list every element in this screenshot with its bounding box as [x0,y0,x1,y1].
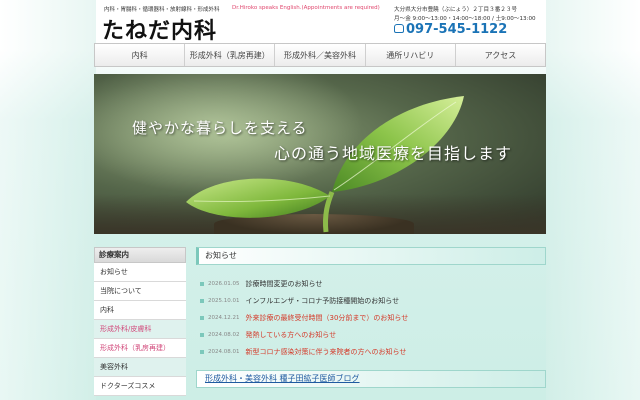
clinic-logo[interactable]: たねだ内科 [102,13,217,45]
news-title-link[interactable]: 外来診療の最終受付時間（30分前まで）のお知らせ [246,313,409,323]
square-bullet-icon [200,332,204,337]
news-item: 2024.12.21 外来診療の最終受付時間（30分前まで）のお知らせ [196,309,546,326]
site-header: 内科・胃腸科・循環器科・放射線科・形成外科 Dr.Hiroko speaks E… [94,0,546,45]
page-wrapper: 内科・胃腸科・循環器科・放射線科・形成外科 Dr.Hiroko speaks E… [94,0,546,400]
sidebar-item-news[interactable]: お知らせ [94,263,186,282]
telephone-icon [394,24,404,33]
clinic-hours: 月〜金 9:00〜13:00・14:00〜18:00 / 土9:00〜13:00 [394,16,536,22]
nav-item-rehabilitation[interactable]: 通所リハビリ [366,44,456,66]
sidebar-item-breast-reconstruction[interactable]: 形成外科（乳房再建） [94,339,186,358]
news-date: 2026.01.05 [208,280,240,287]
news-title-link[interactable]: インフルエンザ・コロナ予防接種開始のお知らせ [246,296,400,306]
nav-item-internal-medicine[interactable]: 内科 [95,44,186,66]
news-item: 2026.01.05 診療時間変更のお知らせ [196,275,546,292]
background-decoration-right [546,0,640,400]
doctor-blog-link[interactable]: 形成外科・美容外科 種子田紘子医師ブログ [196,370,546,388]
sidebar-menu: 診療案内 お知らせ 当院について 内科 形成外科/皮膚科 形成外科（乳房再建） … [94,247,186,396]
hero-tagline-2: 心の通う地域医療を目指します [274,144,513,163]
news-item: 2024.08.01 新型コロナ感染対策に伴う来院者の方へのお知らせ [196,343,546,360]
sidebar-item-internal-medicine[interactable]: 内科 [94,301,186,320]
clinic-address: 大分県大分市豊饒（ぶにょう）２丁目３番２３号 [394,7,518,13]
sidebar-item-plastic-dermatology[interactable]: 形成外科/皮膚科 [94,320,186,339]
news-date: 2025.10.01 [208,297,240,304]
news-title-link[interactable]: 新型コロナ感染対策に伴う来院者の方へのお知らせ [246,347,407,357]
news-date: 2024.08.02 [208,331,240,338]
hero-tagline-1: 健やかな暮らしを支える [132,119,308,137]
news-heading: お知らせ [196,247,546,265]
news-date: 2024.12.21 [208,314,240,321]
clinic-subjects: 内科・胃腸科・循環器科・放射線科・形成外科 [104,7,220,13]
global-nav: 内科 形成外科（乳房再建） 形成外科／美容外科 通所リハビリ アクセス [94,43,546,67]
news-item: 2024.08.02 発熱している方へのお知らせ [196,326,546,343]
hero-banner: 健やかな暮らしを支える 心の通う地域医療を目指します [94,74,546,234]
sidebar-item-doctors-cosmetics[interactable]: ドクターズコスメ [94,377,186,396]
main-content: お知らせ 2026.01.05 診療時間変更のお知らせ 2025.10.01 イ… [196,247,546,388]
news-title-link[interactable]: 発熱している方へのお知らせ [246,330,337,340]
sidebar-item-cosmetic-surgery[interactable]: 美容外科 [94,358,186,377]
sidebar-heading: 診療案内 [94,247,186,263]
news-list: 2026.01.05 診療時間変更のお知らせ 2025.10.01 インフルエン… [196,275,546,360]
sidebar-item-about[interactable]: 当院について [94,282,186,301]
nav-item-breast-reconstruction[interactable]: 形成外科（乳房再建） [185,44,276,66]
news-item: 2025.10.01 インフルエンザ・コロナ予防接種開始のお知らせ [196,292,546,309]
square-bullet-icon [200,315,204,320]
background-decoration-left [0,0,96,400]
news-title-link[interactable]: 診療時間変更のお知らせ [246,279,323,289]
news-date: 2024.08.01 [208,348,240,355]
nav-item-access[interactable]: アクセス [456,44,545,66]
phone-number-text: 097-545-1122 [406,22,508,37]
nav-item-plastic-cosmetic[interactable]: 形成外科／美容外科 [275,44,366,66]
english-note: Dr.Hiroko speaks English.(Appointments a… [232,5,380,11]
phone-number[interactable]: 097-545-1122 [394,22,507,37]
square-bullet-icon [200,298,204,303]
square-bullet-icon [200,349,204,354]
square-bullet-icon [200,281,204,286]
